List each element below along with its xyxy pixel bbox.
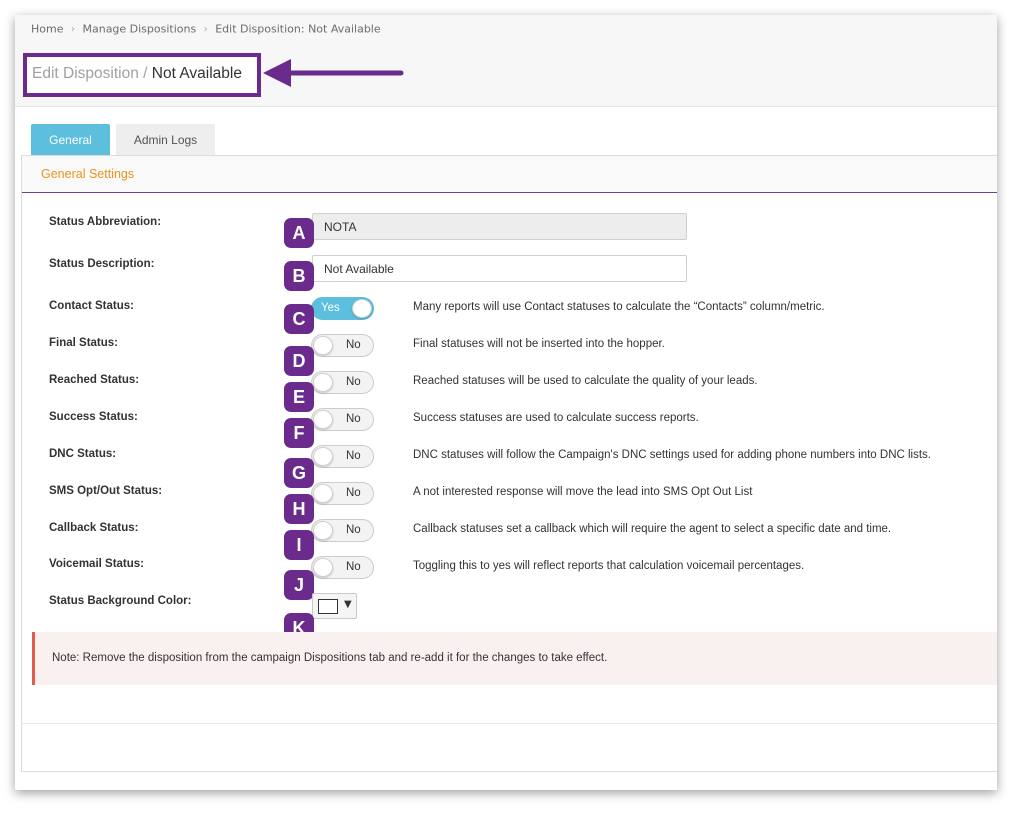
breadcrumb-manage-dispositions[interactable]: Manage Dispositions	[82, 23, 196, 36]
divider	[21, 723, 997, 724]
status-description-field[interactable]: Not Available	[312, 255, 687, 282]
annotation-badge: B	[284, 261, 314, 291]
breadcrumb-separator: ›	[203, 23, 208, 35]
voicemail-status-label: Voicemail Status:	[49, 558, 145, 570]
callback-status-toggle[interactable]: No	[311, 519, 374, 542]
annotation-badge: G	[284, 458, 314, 488]
panel-title: General Settings	[41, 167, 135, 181]
annotation-badge: E	[284, 382, 314, 412]
breadcrumb-home[interactable]: Home	[31, 23, 63, 36]
annotation-badge: F	[284, 418, 314, 448]
note-alert: Note: Remove the disposition from the ca…	[32, 632, 997, 685]
reached-status-toggle[interactable]: No	[311, 371, 374, 394]
annotation-badge: J	[284, 570, 314, 600]
toggle-knob	[313, 410, 333, 429]
final-status-toggle[interactable]: No	[311, 334, 374, 357]
contact-status-label: Contact Status:	[49, 300, 134, 312]
toggle-knob	[352, 299, 372, 318]
note-text: Note: Remove the disposition from the ca…	[52, 652, 608, 664]
page-title: Edit Disposition / Not Available	[32, 65, 242, 83]
toggle-state: No	[346, 413, 361, 425]
sms-opt-out-status-label: SMS Opt/Out Status:	[49, 485, 163, 497]
success-status-toggle[interactable]: No	[311, 408, 374, 431]
dnc-status-label: DNC Status:	[49, 448, 117, 460]
sms-opt-out-status-toggle[interactable]: No	[311, 482, 374, 505]
toggle-knob	[313, 447, 333, 466]
annotation-badge: C	[284, 304, 314, 334]
status-description-label: Status Description:	[49, 258, 155, 270]
annotation-badge: I	[284, 530, 314, 560]
toggle-knob	[313, 336, 333, 355]
tab-admin-logs[interactable]: Admin Logs	[116, 124, 215, 155]
sms-opt-out-status-description: A not interested response will move the …	[413, 486, 753, 498]
dnc-status-description: DNC statuses will follow the Campaign's …	[413, 449, 932, 461]
voicemail-status-description: Toggling this to yes will reflect report…	[413, 560, 805, 572]
page-title-name: Not Available	[151, 65, 242, 82]
contact-status-toggle[interactable]: Yes	[311, 297, 374, 320]
toggle-knob	[313, 558, 333, 577]
page-title-highlight: Edit Disposition / Not Available	[23, 53, 261, 97]
toggle-knob	[313, 373, 333, 392]
color-swatch	[318, 599, 338, 614]
success-status-label: Success Status:	[49, 411, 138, 423]
annotation-badge: H	[284, 494, 314, 524]
annotation-badge: D	[284, 346, 314, 376]
toggle-state: Yes	[321, 302, 340, 314]
page-title-prefix: Edit Disposition /	[32, 65, 148, 82]
annotation-arrow-icon	[263, 59, 404, 87]
callback-status-label: Callback Status:	[49, 522, 139, 534]
reached-status-label: Reached Status:	[49, 374, 140, 386]
breadcrumb-separator: ›	[70, 23, 75, 35]
dnc-status-toggle[interactable]: No	[311, 445, 374, 468]
contact-status-description: Many reports will use Contact statuses t…	[413, 301, 825, 313]
status-background-color-picker[interactable]: ▼	[312, 593, 357, 619]
final-status-label: Final Status:	[49, 337, 119, 349]
status-abbreviation-label: Status Abbreviation:	[49, 216, 162, 228]
panel-header: General Settings	[22, 156, 997, 193]
toggle-state: No	[346, 376, 361, 388]
app-window: Home › Manage Dispositions › Edit Dispos…	[15, 15, 997, 790]
toggle-state: No	[346, 561, 361, 573]
success-status-description: Success statuses are used to calculate s…	[413, 412, 699, 424]
callback-status-description: Callback statuses set a callback which w…	[413, 523, 892, 535]
breadcrumb-current: Edit Disposition: Not Available	[215, 22, 381, 36]
final-status-description: Final statuses will not be inserted into…	[413, 338, 665, 350]
toggle-knob	[313, 521, 333, 540]
chevron-down-icon: ▼	[344, 599, 352, 610]
toggle-state: No	[346, 487, 361, 499]
toggle-knob	[313, 484, 333, 503]
tab-general[interactable]: General	[31, 124, 110, 155]
reached-status-description: Reached statuses will be used to calcula…	[413, 375, 758, 387]
toggle-state: No	[346, 450, 361, 462]
status-abbreviation-field[interactable]: NOTA	[312, 213, 687, 240]
page-header: Home › Manage Dispositions › Edit Dispos…	[15, 15, 997, 107]
voicemail-status-toggle[interactable]: No	[311, 556, 374, 579]
toggle-state: No	[346, 339, 361, 351]
breadcrumb: Home › Manage Dispositions › Edit Dispos…	[31, 22, 381, 36]
annotation-badge: A	[284, 218, 314, 248]
toggle-state: No	[346, 524, 361, 536]
status-background-color-label: Status Background Color:	[49, 595, 192, 607]
